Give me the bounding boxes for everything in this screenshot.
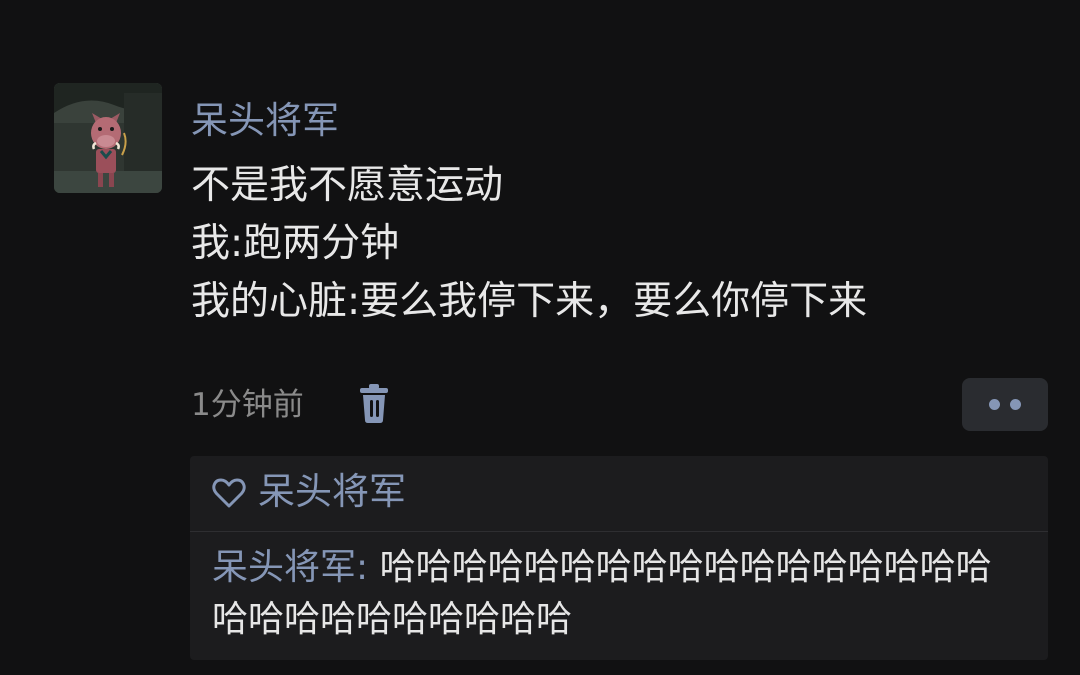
cartoon-boar-avatar-icon (54, 83, 162, 193)
two-dots-icon (1010, 399, 1021, 410)
post-content-line: 我:跑两分钟 (191, 221, 400, 266)
moment-post: 呆头将军 不是我不愿意运动 我:跑两分钟 我的心脏:要么我停下来，要么你停下来 … (0, 0, 1080, 675)
post-content: 不是我不愿意运动 我:跑两分钟 我的心脏:要么我停下来，要么你停下来 (191, 157, 1051, 331)
post-author-name[interactable]: 呆头将军 (191, 96, 339, 146)
post-content-line: 我的心脏:要么我停下来，要么你停下来 (191, 279, 868, 324)
likes-comments-panel: 呆头将军 呆头将军: 哈哈哈哈哈哈哈哈哈哈哈哈哈哈哈哈哈哈哈哈哈哈哈哈哈哈哈 (190, 456, 1048, 660)
like-user-name[interactable]: 呆头将军 (258, 467, 406, 517)
more-actions-button[interactable] (962, 378, 1048, 431)
avatar[interactable] (54, 83, 162, 193)
likes-row: 呆头将军 (190, 456, 1048, 532)
heart-outline-icon (212, 478, 246, 508)
comment-separator: : (356, 547, 380, 588)
comment-item[interactable]: 呆头将军: 哈哈哈哈哈哈哈哈哈哈哈哈哈哈哈哈哈哈哈哈哈哈哈哈哈哈哈 (212, 542, 1027, 646)
two-dots-icon (989, 399, 1000, 410)
post-content-line: 不是我不愿意运动 (191, 163, 504, 208)
comment-author[interactable]: 呆头将军 (212, 547, 356, 588)
trash-icon[interactable] (357, 384, 391, 424)
post-timestamp: 1分钟前 (191, 387, 304, 423)
